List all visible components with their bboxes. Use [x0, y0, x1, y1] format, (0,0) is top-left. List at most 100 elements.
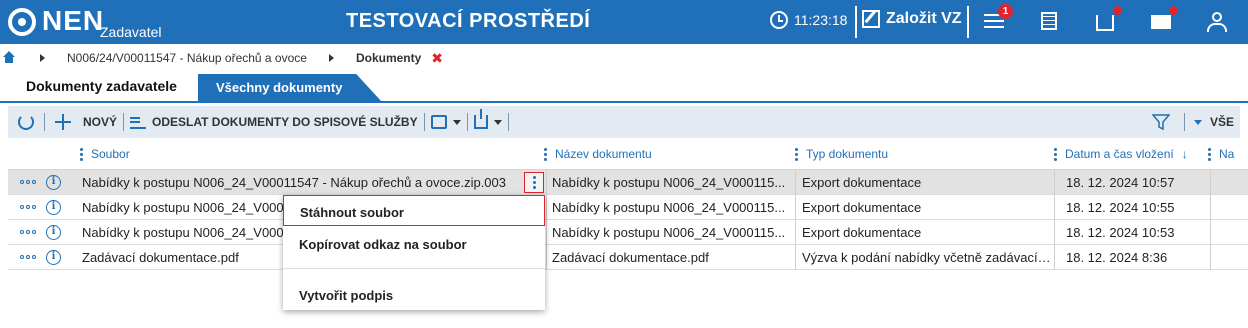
environment-title: TESTOVACÍ PROSTŘEDÍ [346, 10, 591, 32]
clock-icon [770, 11, 788, 29]
send-button-label: ODESLAT DOKUMENTY DO SPISOVÉ SLUŽBY [152, 115, 418, 129]
column-menu-icon[interactable] [1054, 147, 1057, 161]
chevron-right-icon [328, 54, 334, 62]
column-header-soubor[interactable]: Soubor [80, 147, 130, 161]
menu-item-copy-link[interactable]: Kopírovat odkaz na soubor [283, 228, 545, 259]
tab-dokumenty-zadavatele[interactable]: Dokumenty zadavatele [12, 72, 191, 102]
column-menu-icon[interactable] [1208, 147, 1211, 161]
cell-file[interactable]: Nabídky k postupu N006_24_V00011547 - Ná… [82, 175, 522, 190]
column-header-typ[interactable]: Typ dokumentu [795, 147, 888, 161]
file-menu-button[interactable] [524, 172, 544, 193]
send-to-registry-button[interactable]: ODESLAT DOKUMENTY DO SPISOVÉ SLUŽBY [130, 115, 418, 129]
nen-logo[interactable]: NEN [8, 6, 104, 42]
tab-bar: Dokumenty zadavatele Všechny dokumenty [0, 72, 1248, 102]
divider [423, 113, 425, 131]
unread-dot [1113, 6, 1122, 15]
print-dropdown[interactable] [430, 115, 461, 129]
home-icon[interactable] [2, 51, 16, 65]
column-header-datum[interactable]: Datum a čas vložení ↓ [1054, 147, 1188, 161]
mail-icon[interactable] [1148, 6, 1178, 34]
plus-icon [55, 114, 71, 130]
divider [967, 6, 969, 38]
column-menu-icon[interactable] [80, 147, 83, 161]
inbox-icon[interactable] [1092, 6, 1122, 34]
create-vz-button[interactable]: Založit VZ [862, 10, 962, 28]
breadcrumb-item-tender[interactable]: N006/24/V00011547 - Nákup ořechů a ovoce [67, 51, 307, 65]
info-icon[interactable]: i [46, 250, 61, 265]
logo-icon [8, 8, 36, 36]
column-menu-icon[interactable] [795, 147, 798, 161]
info-icon[interactable]: i [46, 225, 61, 240]
send-icon [130, 115, 147, 129]
table-row[interactable]: i Zadávací dokumentace.pdf Zadávací doku… [8, 245, 1248, 270]
table-row[interactable]: i Nabídky k postupu N006_24_V0001 Nabídk… [8, 220, 1248, 245]
column-header-na[interactable]: Na [1208, 147, 1234, 161]
clock-time: 11:23:18 [794, 12, 848, 28]
menu-item-download[interactable]: Stáhnout soubor [283, 195, 545, 226]
toolbar: NOVÝ ODESLAT DOKUMENTY DO SPISOVÉ SLUŽBY… [8, 106, 1240, 138]
divider [44, 113, 45, 131]
filter-scope-dropdown[interactable]: VŠE [1194, 115, 1234, 129]
filter-icon[interactable] [1152, 113, 1170, 131]
cell-type: Export dokumentace [802, 200, 922, 215]
row-actions-icon[interactable] [20, 205, 36, 209]
row-actions-icon[interactable] [20, 180, 36, 184]
top-bar: NEN Zadavatel TESTOVACÍ PROSTŘEDÍ 11:23:… [0, 0, 1248, 44]
menu-divider [283, 268, 545, 269]
menu-item-create-signature[interactable]: Vytvořit podpis [283, 279, 545, 310]
cell-type: Výzva k podání nabídky včetně zadávací .… [802, 250, 1052, 265]
export-dropdown[interactable] [473, 109, 502, 129]
calculator-icon[interactable] [1036, 10, 1062, 34]
caret-down-icon [1194, 119, 1202, 125]
caret-down-icon [452, 119, 461, 125]
chevron-right-icon [40, 54, 45, 62]
cell-type: Export dokumentace [802, 175, 922, 190]
edit-icon [862, 10, 880, 28]
refresh-icon[interactable] [18, 114, 34, 130]
cell-name: Nabídky k postupu N006_24_V000115... [552, 200, 786, 215]
cell-name: Nabídky k postupu N006_24_V000115... [552, 225, 786, 240]
tab-underline [0, 101, 1248, 103]
cell-name: Nabídky k postupu N006_24_V000115... [552, 175, 786, 190]
table-header: Soubor Název dokumentu Typ dokumentu Dat… [8, 138, 1248, 170]
print-icon [430, 115, 447, 129]
new-button[interactable]: NOVÝ [51, 114, 117, 130]
session-clock: 11:23:18 [770, 11, 847, 29]
notification-badge: 1 [998, 4, 1013, 19]
divider [466, 113, 468, 131]
divider [123, 113, 125, 131]
column-menu-icon[interactable] [544, 147, 547, 161]
cell-name: Zadávací dokumentace.pdf [552, 250, 709, 265]
export-icon [473, 109, 488, 129]
tab-vsechny-dokumenty[interactable]: Všechny dokumenty [198, 74, 382, 102]
filter-scope-label: VŠE [1210, 115, 1235, 129]
info-icon[interactable]: i [46, 200, 61, 215]
menu-icon[interactable]: 1 [982, 4, 1013, 34]
new-button-label: NOVÝ [83, 115, 118, 129]
divider [855, 6, 857, 38]
documents-table: Soubor Název dokumentu Typ dokumentu Dat… [8, 138, 1248, 270]
cell-date: 18. 12. 2024 10:55 [1066, 200, 1175, 215]
cell-date: 18. 12. 2024 10:53 [1066, 225, 1175, 240]
logo-text: NEN [42, 5, 105, 36]
divider [507, 113, 509, 131]
file-context-menu: Stáhnout soubor Kopírovat odkaz na soubo… [283, 195, 545, 310]
info-icon[interactable]: i [46, 175, 61, 190]
close-icon[interactable]: ✖ [431, 50, 443, 67]
cell-type: Export dokumentace [802, 225, 922, 240]
row-actions-icon[interactable] [20, 255, 36, 259]
breadcrumb: N006/24/V00011547 - Nákup ořechů a ovoce… [0, 44, 1248, 72]
row-actions-icon[interactable] [20, 230, 36, 234]
cell-date: 18. 12. 2024 8:36 [1066, 250, 1168, 265]
divider [1184, 113, 1185, 131]
caret-down-icon [493, 119, 502, 125]
table-row[interactable]: i Nabídky k postupu N006_24_V00011547 - … [8, 170, 1248, 195]
breadcrumb-item-documents: Dokumenty [355, 51, 422, 65]
sort-desc-icon: ↓ [1181, 147, 1188, 161]
column-header-nazev[interactable]: Název dokumentu [544, 147, 652, 161]
cell-date: 18. 12. 2024 10:57 [1066, 175, 1175, 190]
table-row[interactable]: i Nabídky k postupu N006_24_V0001 Nabídk… [8, 195, 1248, 220]
unread-dot [1169, 6, 1178, 15]
user-icon[interactable] [1204, 10, 1230, 34]
create-vz-label: Založit VZ [886, 10, 962, 27]
